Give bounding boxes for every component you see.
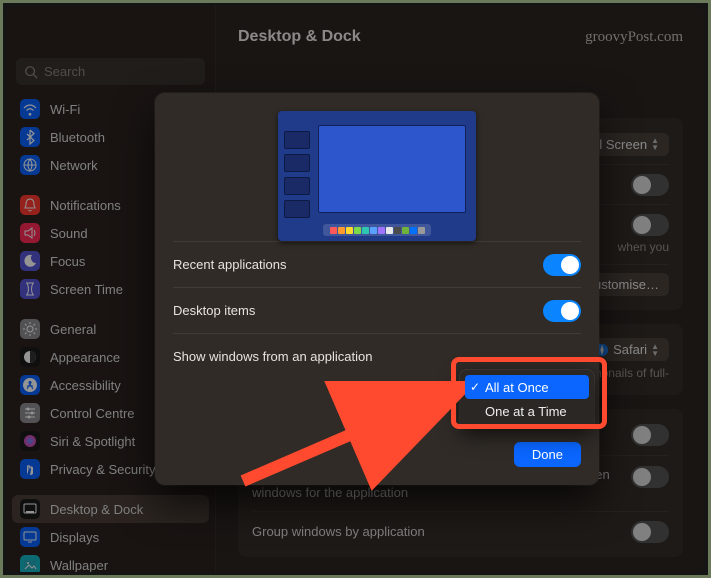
sidebar-item-label: Desktop & Dock xyxy=(50,502,143,517)
preview-dock xyxy=(323,224,431,236)
sidebar-item-label: Accessibility xyxy=(50,378,121,393)
display-icon xyxy=(20,527,40,547)
sidebar-item-label: Focus xyxy=(50,254,85,269)
sidebar-item-label: Siri & Spotlight xyxy=(50,434,135,449)
siri-icon xyxy=(20,431,40,451)
sound-icon xyxy=(20,223,40,243)
dock-app-icon xyxy=(386,227,393,234)
dock-app-icon xyxy=(362,227,369,234)
dock-app-icon xyxy=(354,227,361,234)
dock-icon xyxy=(20,499,40,519)
sidebar-item-wallpaper[interactable]: Wallpaper xyxy=(12,551,209,572)
recent-applications-row: Recent applications xyxy=(173,241,581,287)
sidebar-item-label: Control Centre xyxy=(50,406,135,421)
show-windows-option-all-at-once[interactable]: All at Once xyxy=(465,375,589,399)
sidebar-item-label: Displays xyxy=(50,530,99,545)
sidebar-item-label: General xyxy=(50,322,96,337)
sidebar-item-label: Screen Time xyxy=(50,282,123,297)
sidebar-item-label: Appearance xyxy=(50,350,120,365)
recent-applications-label: Recent applications xyxy=(173,257,286,272)
bg-switch-4[interactable] xyxy=(631,466,669,488)
wifi-icon xyxy=(20,99,40,119)
sidebar-item-label: Network xyxy=(50,158,98,173)
bg-switch-3[interactable] xyxy=(631,424,669,446)
sliders-icon xyxy=(20,403,40,423)
dock-app-icon xyxy=(402,227,409,234)
moon-icon xyxy=(20,251,40,271)
bell-icon xyxy=(20,195,40,215)
show-windows-option-one-at-a-time[interactable]: One at a Time xyxy=(465,399,589,423)
watermark: groovyPost.com xyxy=(585,29,683,46)
hand-icon xyxy=(20,459,40,479)
chevron-updown-icon: ▲▼ xyxy=(651,137,659,151)
sidebar-item-label: Wi-Fi xyxy=(50,102,80,117)
page-title: Desktop & Dock xyxy=(238,28,361,46)
appearance-icon xyxy=(20,347,40,367)
chevron-updown-icon: ▲▼ xyxy=(651,343,659,357)
show-windows-menu: All at Once One at a Time xyxy=(460,370,594,428)
content-header: Desktop & Dock groovyPost.com xyxy=(238,20,683,54)
search-icon xyxy=(24,65,38,79)
sidebar-item-label: Wallpaper xyxy=(50,558,108,573)
sidebar-item-label: Notifications xyxy=(50,198,121,213)
desktop-items-switch[interactable] xyxy=(543,300,581,322)
wallpaper-icon xyxy=(20,555,40,572)
bg-switch-5[interactable] xyxy=(631,521,669,543)
dock-app-icon xyxy=(394,227,401,234)
show-windows-label: Show windows from an application xyxy=(173,349,372,364)
dock-app-icon xyxy=(330,227,337,234)
globe-icon xyxy=(20,155,40,175)
sidebar-item-desktop-dock[interactable]: Desktop & Dock xyxy=(12,495,209,523)
bt-icon xyxy=(20,127,40,147)
dock-app-icon xyxy=(370,227,377,234)
bg-switch-1[interactable] xyxy=(631,174,669,196)
dock-app-icon xyxy=(378,227,385,234)
dock-app-icon xyxy=(418,227,425,234)
dock-app-icon xyxy=(346,227,353,234)
preview-spaces xyxy=(284,117,310,235)
gear-icon xyxy=(20,319,40,339)
mission-control-preview xyxy=(278,111,476,241)
dock-app-icon xyxy=(410,227,417,234)
desktop-items-label: Desktop items xyxy=(173,303,255,318)
sidebar-item-label: Sound xyxy=(50,226,88,241)
dock-app-icon xyxy=(338,227,345,234)
search-placeholder: Search xyxy=(44,64,85,79)
preview-desktop xyxy=(318,125,466,213)
person-icon xyxy=(20,375,40,395)
desktop-items-row: Desktop items xyxy=(173,287,581,333)
hourglass-icon xyxy=(20,279,40,299)
recent-applications-switch[interactable] xyxy=(543,254,581,276)
bg-row-group: Group windows by application xyxy=(252,511,669,551)
search-input[interactable]: Search xyxy=(16,58,205,85)
sidebar-item-displays[interactable]: Displays xyxy=(12,523,209,551)
bg-switch-2[interactable] xyxy=(631,214,669,236)
sidebar-item-label: Privacy & Security xyxy=(50,462,155,477)
sidebar-item-label: Bluetooth xyxy=(50,130,105,145)
done-button[interactable]: Done xyxy=(514,442,581,467)
